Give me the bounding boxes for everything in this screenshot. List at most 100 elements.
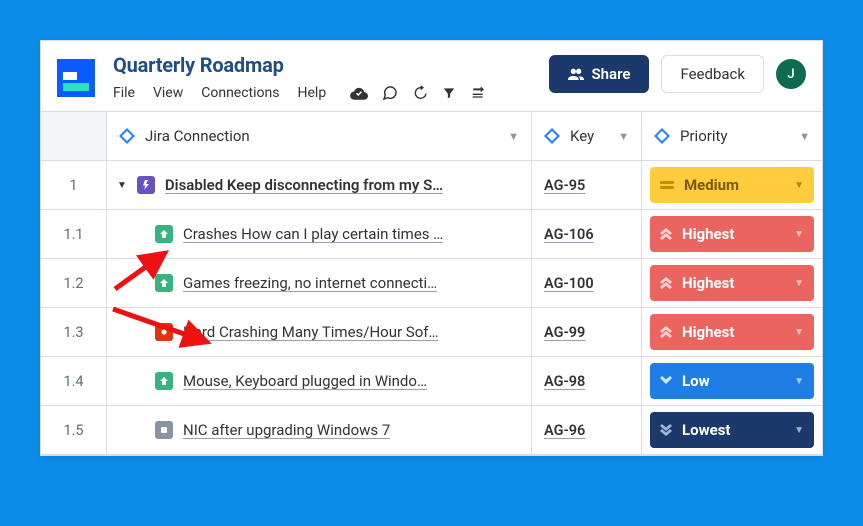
- chevron-down-icon[interactable]: ▼: [618, 130, 629, 143]
- menu-help[interactable]: Help: [298, 85, 327, 101]
- epic-icon: [137, 176, 155, 194]
- menubar: File View Connections Help: [113, 85, 531, 111]
- issue-summary-link[interactable]: Mouse, Keyboard plugged in Windo…: [183, 372, 427, 390]
- priority-badge[interactable]: Lowest ▼: [650, 412, 814, 448]
- people-icon: [568, 68, 584, 80]
- priority-label: Highest: [682, 323, 734, 341]
- chevron-down-icon[interactable]: ▼: [508, 130, 519, 143]
- data-grid: Jira Connection ▼ Key ▼ Priority ▼ 1 ▼ Dis…: [41, 111, 822, 455]
- row-number[interactable]: 1.3: [41, 308, 107, 357]
- priority-cell[interactable]: Lowest ▼: [642, 406, 822, 455]
- feedback-button-label: Feedback: [680, 65, 745, 83]
- summary-cell[interactable]: Games freezing, no internet connecti…: [107, 259, 532, 308]
- format-icon[interactable]: [470, 85, 486, 101]
- header: Quarterly Roadmap File View Connections …: [41, 41, 822, 111]
- share-button-label: Share: [592, 65, 631, 83]
- issue-key-link[interactable]: AG-106: [544, 226, 594, 243]
- priority-cell[interactable]: Highest ▼: [642, 210, 822, 259]
- priority-cell[interactable]: Medium ▼: [642, 161, 822, 210]
- issue-summary-link[interactable]: Hard Crashing Many Times/Hour Sof…: [183, 323, 439, 341]
- key-cell[interactable]: AG-99: [532, 308, 642, 357]
- key-cell[interactable]: AG-100: [532, 259, 642, 308]
- up-icon: [155, 274, 173, 292]
- bug-icon: [155, 323, 173, 341]
- priority-cell[interactable]: Highest ▼: [642, 308, 822, 357]
- summary-cell[interactable]: Crashes How can I play certain times …: [107, 210, 532, 259]
- priority-label: Low: [682, 372, 710, 390]
- row-number[interactable]: 1.5: [41, 406, 107, 455]
- feedback-button[interactable]: Feedback: [661, 55, 764, 93]
- chevron-down-icon[interactable]: ▼: [794, 229, 804, 240]
- jira-icon: [119, 128, 135, 144]
- cloud-icon[interactable]: [350, 85, 368, 101]
- issue-key-link[interactable]: AG-99: [544, 324, 585, 341]
- user-avatar[interactable]: J: [776, 59, 806, 89]
- row-number[interactable]: 1.4: [41, 357, 107, 406]
- priority-badge[interactable]: Highest ▼: [650, 216, 814, 252]
- key-cell[interactable]: AG-98: [532, 357, 642, 406]
- chevron-down-icon[interactable]: ▼: [794, 327, 804, 338]
- menu-connections[interactable]: Connections: [201, 85, 279, 101]
- jira-icon: [654, 128, 670, 144]
- priority-highest-icon: [660, 277, 672, 289]
- issue-summary-link[interactable]: NIC after upgrading Windows 7: [183, 421, 390, 439]
- issue-summary-link[interactable]: Crashes How can I play certain times …: [183, 225, 443, 243]
- column-header-key-label: Key: [570, 127, 608, 145]
- issue-key-link[interactable]: AG-96: [544, 422, 585, 439]
- filter-icon[interactable]: [442, 85, 456, 101]
- column-header-summary[interactable]: Jira Connection ▼: [107, 112, 532, 161]
- up-icon: [155, 372, 173, 390]
- document-title[interactable]: Quarterly Roadmap: [113, 53, 531, 77]
- chevron-down-icon[interactable]: ▼: [794, 425, 804, 436]
- row-number-header: [41, 112, 107, 161]
- chevron-down-icon[interactable]: ▼: [794, 278, 804, 289]
- summary-cell[interactable]: Mouse, Keyboard plugged in Windo…: [107, 357, 532, 406]
- summary-cell[interactable]: Hard Crashing Many Times/Hour Sof…: [107, 308, 532, 357]
- app-logo: [57, 59, 95, 97]
- priority-label: Highest: [682, 225, 734, 243]
- grey-icon: [155, 421, 173, 439]
- priority-label: Lowest: [682, 421, 730, 439]
- up-icon: [155, 225, 173, 243]
- column-header-priority-label: Priority: [680, 127, 789, 145]
- summary-cell[interactable]: NIC after upgrading Windows 7: [107, 406, 532, 455]
- expand-toggle[interactable]: ▼: [117, 180, 127, 191]
- issue-key-link[interactable]: AG-100: [544, 275, 594, 292]
- key-cell[interactable]: AG-106: [532, 210, 642, 259]
- key-cell[interactable]: AG-96: [532, 406, 642, 455]
- column-header-summary-label: Jira Connection: [145, 127, 498, 145]
- column-header-priority[interactable]: Priority ▼: [642, 112, 822, 161]
- row-number[interactable]: 1.2: [41, 259, 107, 308]
- priority-cell[interactable]: Highest ▼: [642, 259, 822, 308]
- issue-summary-link[interactable]: Disabled Keep disconnecting from my S…: [165, 176, 443, 194]
- issue-summary-link[interactable]: Games freezing, no internet connecti…: [183, 274, 437, 292]
- priority-badge[interactable]: Medium ▼: [650, 167, 814, 203]
- priority-low-icon: [660, 376, 672, 386]
- issue-key-link[interactable]: AG-98: [544, 373, 585, 390]
- key-cell[interactable]: AG-95: [532, 161, 642, 210]
- priority-medium-icon: [660, 180, 674, 190]
- chevron-down-icon[interactable]: ▼: [794, 180, 804, 191]
- priority-label: Medium: [684, 176, 739, 194]
- chevron-down-icon[interactable]: ▼: [799, 130, 810, 143]
- chevron-down-icon[interactable]: ▼: [794, 376, 804, 387]
- column-header-key[interactable]: Key ▼: [532, 112, 642, 161]
- comment-icon[interactable]: [382, 85, 398, 101]
- priority-lowest-icon: [660, 424, 672, 436]
- avatar-initial: J: [787, 67, 794, 82]
- menu-view[interactable]: View: [153, 85, 183, 101]
- priority-label: Highest: [682, 274, 734, 292]
- priority-badge[interactable]: Highest ▼: [650, 265, 814, 301]
- priority-cell[interactable]: Low ▼: [642, 357, 822, 406]
- menu-file[interactable]: File: [113, 85, 135, 101]
- jira-icon: [544, 128, 560, 144]
- summary-cell[interactable]: ▼ Disabled Keep disconnecting from my S…: [107, 161, 532, 210]
- row-number[interactable]: 1.1: [41, 210, 107, 259]
- history-icon[interactable]: [412, 85, 428, 101]
- share-button[interactable]: Share: [549, 55, 650, 93]
- row-number[interactable]: 1: [41, 161, 107, 210]
- priority-highest-icon: [660, 228, 672, 240]
- priority-badge[interactable]: Low ▼: [650, 363, 814, 399]
- issue-key-link[interactable]: AG-95: [544, 177, 585, 194]
- priority-badge[interactable]: Highest ▼: [650, 314, 814, 350]
